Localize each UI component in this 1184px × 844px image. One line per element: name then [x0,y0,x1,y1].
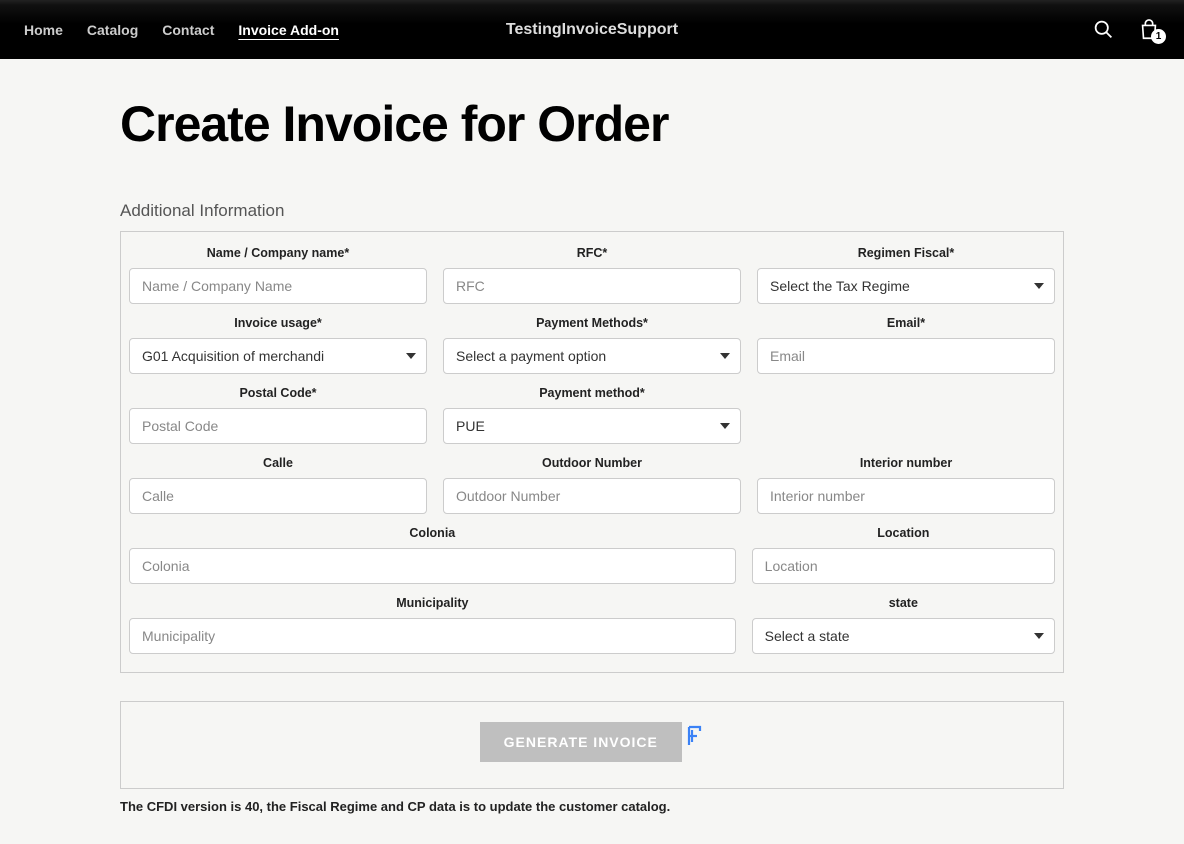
nav-invoice-addon[interactable]: Invoice Add-on [238,22,339,38]
colonia-label: Colonia [129,526,736,540]
footnote: The CFDI version is 40, the Fiscal Regim… [120,799,1064,814]
form-box: Name / Company name* RFC* Regimen Fiscal… [120,231,1064,673]
interior-input[interactable] [757,478,1055,514]
generate-invoice-button[interactable]: GENERATE INVOICE [480,722,682,762]
provider-logo-icon [686,725,704,752]
regimen-select[interactable]: Select the Tax Regime [757,268,1055,304]
cart-count-badge: 1 [1151,29,1166,44]
location-label: Location [752,526,1055,540]
usage-label: Invoice usage* [129,316,427,330]
municipality-input[interactable] [129,618,736,654]
calle-label: Calle [129,456,427,470]
name-label: Name / Company name* [129,246,427,260]
payment-method-select[interactable]: PUE [443,408,741,444]
nav-contact[interactable]: Contact [162,22,214,38]
brand-title: TestingInvoiceSupport [506,21,678,39]
postal-input[interactable] [129,408,427,444]
nav-links: Home Catalog Contact Invoice Add-on [24,22,339,38]
municipality-label: Municipality [129,596,736,610]
name-input[interactable] [129,268,427,304]
outdoor-input[interactable] [443,478,741,514]
nav-catalog[interactable]: Catalog [87,22,138,38]
payment-methods-select[interactable]: Select a payment option [443,338,741,374]
state-select[interactable]: Select a state [752,618,1055,654]
calle-input[interactable] [129,478,427,514]
email-label: Email* [757,316,1055,330]
payment-method-label: Payment method* [443,386,741,400]
email-input[interactable] [757,338,1055,374]
outdoor-label: Outdoor Number [443,456,741,470]
location-input[interactable] [752,548,1055,584]
topbar-right: 1 [1093,18,1160,42]
postal-label: Postal Code* [129,386,427,400]
payment-methods-label: Payment Methods* [443,316,741,330]
nav-home[interactable]: Home [24,22,63,38]
section-heading: Additional Information [120,201,1064,221]
top-navbar: Home Catalog Contact Invoice Add-on Test… [0,0,1184,59]
cart-icon[interactable]: 1 [1138,18,1160,42]
interior-label: Interior number [757,456,1055,470]
usage-select[interactable]: G01 Acquisition of merchandi [129,338,427,374]
rfc-label: RFC* [443,246,741,260]
search-icon[interactable] [1093,19,1114,40]
page-title: Create Invoice for Order [120,95,1064,153]
action-box: GENERATE INVOICE [120,701,1064,789]
rfc-input[interactable] [443,268,741,304]
regimen-label: Regimen Fiscal* [757,246,1055,260]
colonia-input[interactable] [129,548,736,584]
main-container: Create Invoice for Order Additional Info… [120,59,1064,844]
state-label: state [752,596,1055,610]
